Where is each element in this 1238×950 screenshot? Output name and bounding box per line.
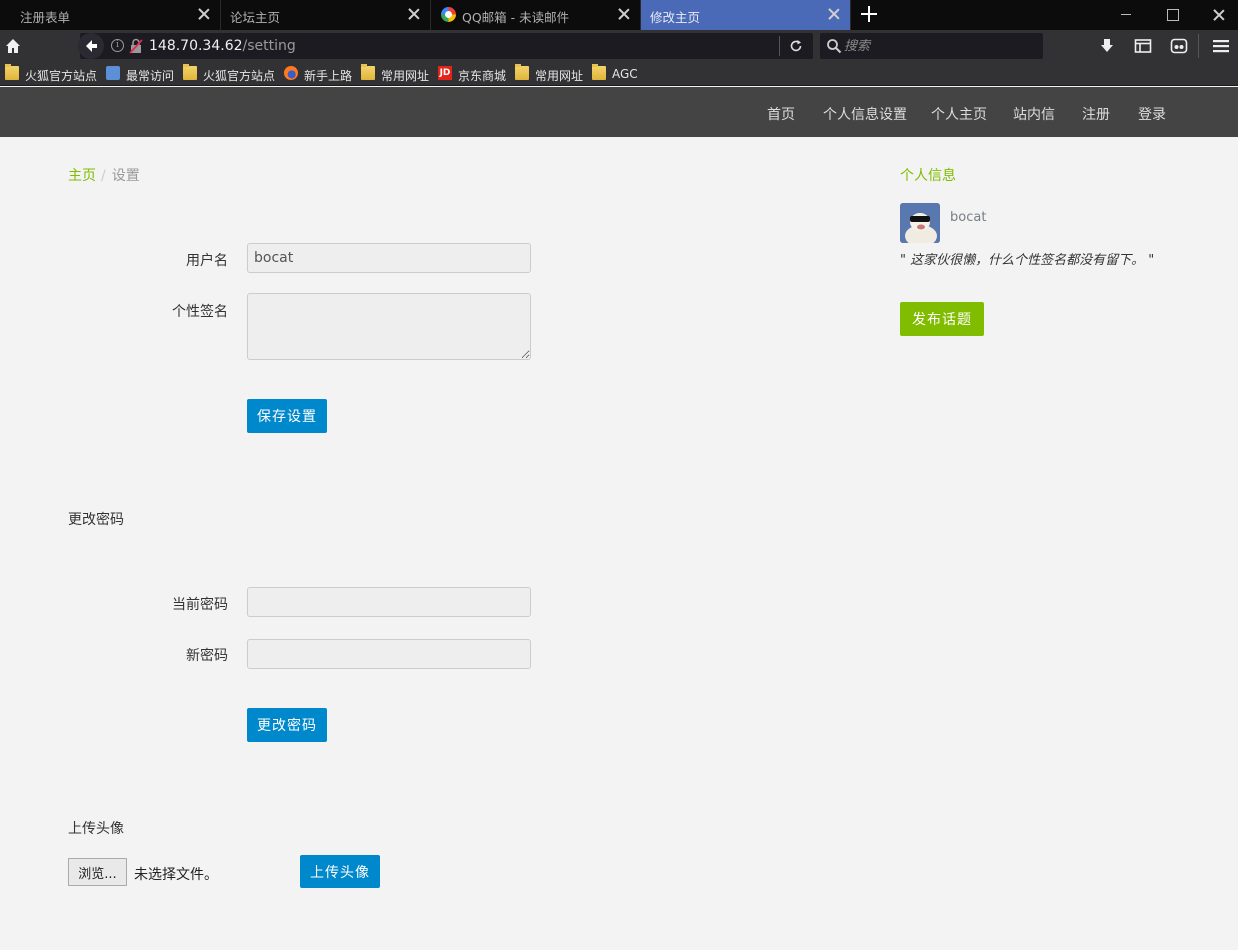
current-password-input[interactable] — [247, 587, 531, 617]
chrome-favicon-icon — [441, 7, 456, 22]
upload-avatar-heading: 上传头像 — [68, 821, 124, 837]
tab-qq-mail[interactable]: QQ邮箱 - 未读邮件 — [431, 0, 641, 30]
bookmark-label: 新手上路 — [304, 69, 353, 83]
folder-icon — [515, 64, 529, 80]
avatar[interactable] — [900, 203, 940, 243]
close-icon[interactable] — [408, 8, 420, 20]
breadcrumb-home-link[interactable]: 主页 — [68, 168, 96, 184]
search-icon — [826, 38, 842, 58]
save-settings-button[interactable]: 保存设置 — [247, 399, 327, 433]
nav-login[interactable]: 登录 — [1138, 104, 1166, 124]
current-password-label: 当前密码 — [172, 597, 228, 613]
folder-icon — [5, 64, 19, 80]
url-path: /setting — [242, 38, 296, 54]
recent-pages-icon — [106, 66, 120, 80]
url-text[interactable]: 148.70.34.62/setting — [149, 38, 296, 54]
bookmark-label: AGC — [612, 67, 638, 81]
browse-file-button[interactable]: 浏览... — [68, 858, 127, 886]
folder-icon — [361, 64, 375, 80]
nav-home[interactable]: 首页 — [767, 104, 795, 124]
breadcrumb-separator: / — [101, 168, 106, 184]
tab-forum-home[interactable]: 论坛主页 — [221, 0, 431, 30]
avatar-image — [900, 203, 940, 243]
url-bar[interactable]: i 148.70.34.62/setting — [78, 33, 813, 59]
change-password-heading: 更改密码 — [68, 512, 124, 528]
username-input[interactable] — [247, 243, 531, 273]
url-divider — [779, 36, 780, 56]
nav-personal-page[interactable]: 个人主页 — [931, 104, 987, 124]
sidebar-signature: " 这家伙很懒，什么个性签名都没有留下。 " — [900, 253, 1155, 268]
nav-messages[interactable]: 站内信 — [1013, 104, 1055, 124]
firefox-icon — [284, 66, 298, 80]
sidebar-toggle-icon[interactable] — [1133, 36, 1153, 56]
bookmark-label: 常用网址 — [381, 69, 430, 83]
search-input[interactable] — [844, 36, 1034, 56]
back-arrow-icon[interactable] — [78, 33, 104, 59]
new-tab-plus-icon[interactable] — [860, 5, 878, 23]
bookmark-label: 最常访问 — [126, 69, 175, 83]
publish-topic-button[interactable]: 发布话题 — [900, 302, 984, 336]
tab-title: QQ邮箱 - 未读邮件 — [462, 10, 570, 25]
change-password-button[interactable]: 更改密码 — [247, 708, 327, 742]
upload-avatar-button[interactable]: 上传头像 — [300, 855, 380, 888]
tab-title: 注册表单 — [20, 10, 71, 25]
file-status-text: 未选择文件。 — [134, 867, 218, 883]
username-label: 用户名 — [186, 253, 228, 269]
new-password-input[interactable] — [247, 639, 531, 669]
tab-edit-home[interactable]: 修改主页 — [641, 0, 851, 30]
signature-label: 个性签名 — [172, 304, 228, 320]
search-bar[interactable] — [820, 33, 1043, 59]
breadcrumb: 主页 / 设置 — [68, 165, 140, 185]
insecure-lock-icon[interactable] — [129, 38, 143, 54]
bookmark-label: 火狐官方站点 — [25, 69, 98, 83]
folder-icon — [592, 64, 606, 80]
home-icon[interactable] — [4, 37, 22, 55]
bookmark-label: 京东商城 — [458, 69, 507, 83]
toolbar-divider — [1198, 34, 1199, 58]
tab-title: 论坛主页 — [230, 10, 281, 25]
sidebar-username-link[interactable]: bocat — [950, 210, 986, 225]
nav-register[interactable]: 注册 — [1082, 104, 1110, 124]
window-minimize-icon[interactable] — [1104, 0, 1149, 30]
reload-icon[interactable] — [789, 39, 803, 53]
browser-tab-bar: 注册表单 论坛主页 QQ邮箱 - 未读邮件 修改主页 — [0, 0, 1238, 30]
sidebar-title: 个人信息 — [900, 168, 956, 184]
close-icon[interactable] — [828, 8, 840, 20]
hamburger-menu-icon[interactable] — [1211, 36, 1231, 56]
url-host: 148.70.34.62 — [149, 38, 243, 54]
new-password-label: 新密码 — [186, 648, 228, 664]
site-navbar: 首页 个人信息设置 个人主页 站内信 注册 登录 — [0, 87, 1238, 137]
breadcrumb-current: 设置 — [111, 168, 140, 184]
download-icon[interactable] — [1097, 36, 1117, 56]
bookmark-label: 常用网址 — [535, 69, 584, 83]
close-icon[interactable] — [198, 8, 210, 20]
window-close-icon[interactable] — [1196, 0, 1238, 30]
folder-icon — [183, 64, 197, 80]
jd-logo-icon: JD — [438, 66, 452, 80]
bookmarks-bar: 火狐官方站点 最常访问 火狐官方站点 新手上路 常用网址 JD 京东商城 常用网址… — [0, 62, 1238, 86]
browser-toolbar: i 148.70.34.62/setting — [0, 30, 1238, 62]
signature-textarea[interactable] — [247, 293, 531, 360]
window-maximize-icon[interactable] — [1150, 0, 1195, 30]
close-icon[interactable] — [618, 8, 630, 20]
nav-profile-settings[interactable]: 个人信息设置 — [823, 104, 907, 124]
bookmark-label: 火狐官方站点 — [203, 69, 276, 83]
private-mask-icon[interactable] — [1169, 36, 1189, 56]
tab-register-form[interactable]: 注册表单 — [0, 0, 221, 30]
tab-title: 修改主页 — [650, 10, 701, 25]
site-info-icon[interactable]: i — [111, 39, 124, 52]
